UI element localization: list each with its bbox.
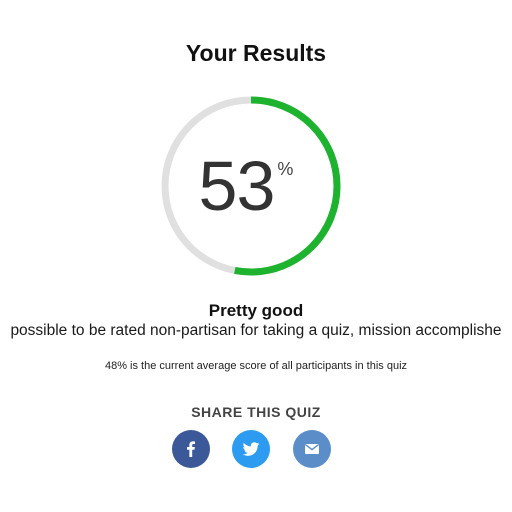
rating-label: Pretty good [208,301,304,320]
average-score-text: 48% is the current average score of all … [104,360,408,372]
share-email-button[interactable] [293,430,331,468]
results-page: Your Results 53 % Pretty good possible t… [0,0,512,512]
share-twitter-button[interactable] [232,430,270,468]
score-unit: % [277,159,294,179]
share-buttons [172,430,342,468]
facebook-icon [187,441,196,457]
share-heading: SHARE THIS QUIZ [191,404,321,420]
score-value: 53 [198,147,276,225]
score-readout: 53 % [158,93,344,279]
twitter-icon [242,442,260,456]
score-gauge: 53 % [158,93,344,279]
page-title: Your Results [185,40,327,66]
share-facebook-button[interactable] [172,430,210,468]
rating-description: possible to be rated non-partisan for ta… [10,322,502,339]
email-icon [304,444,320,454]
